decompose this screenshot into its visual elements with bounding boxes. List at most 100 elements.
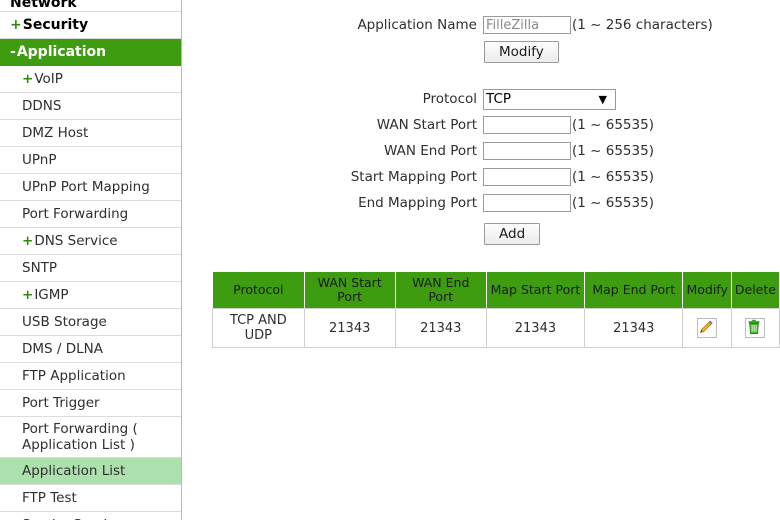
form-row-wan-start-port: WAN Start Port (1 ~ 65535) [183,112,780,138]
sidebar-item-label: Port Forwarding [22,206,129,222]
main-content: Application Name (1 ~ 256 characters) Mo… [183,0,780,520]
sidebar-item-dmz-host[interactable]: DMZ Host [0,120,181,147]
sidebar-navigation: Network + Security - Application + VoIP DDNS DMZ… [0,0,182,520]
sidebar-item-upnp[interactable]: UPnP [0,147,181,174]
expand-icon: + [22,233,34,249]
expand-icon: + [22,71,34,87]
protocol-label: Protocol [422,91,477,107]
sidebar-item-label: Application List [22,463,126,479]
sidebar-item-label: USB Storage [22,314,107,330]
add-button-row: Add [183,220,780,248]
table-body: TCP AND UDP 21343 21343 21343 21343 [212,308,780,348]
trash-icon[interactable] [745,318,766,338]
sidebar-item-label: FTP Test [22,490,77,506]
sidebar-item-upnp-port-mapping[interactable]: UPnP Port Mapping [0,174,181,201]
modify-button-row: Modify [183,38,780,66]
application-name-input[interactable] [483,16,571,34]
sidebar-item-label: DNS Service [34,233,118,249]
end-mapping-port-label: End Mapping Port [358,195,477,211]
column-header-modify: Modify [682,271,732,309]
sidebar-item-label: Security [22,17,89,33]
protocol-select[interactable]: TCP ▼ [483,88,616,110]
expand-icon: + [10,17,22,33]
sidebar-item-label: SNTP [22,260,58,276]
column-header-map-start-port: Map Start Port [485,271,586,309]
cell-wan-start-port: 21343 [303,308,396,348]
sidebar-item-ftp-test[interactable]: FTP Test [0,485,181,512]
sidebar-item-label: UPnP [22,152,57,168]
wan-end-port-input[interactable] [483,142,571,160]
sidebar-item-network[interactable]: Network [0,0,181,12]
column-header-protocol: Protocol [212,271,305,309]
start-mapping-port-label: Start Mapping Port [350,169,477,185]
wan-start-port-hint: (1 ~ 65535) [572,117,654,133]
sidebar-item-sntp[interactable]: SNTP [0,255,181,282]
sidebar-item-application[interactable]: - Application [0,39,181,66]
form-row-application-name: Application Name (1 ~ 256 characters) [183,12,780,38]
modify-button[interactable]: Modify [484,41,559,63]
sidebar-item-igmp[interactable]: + IGMP [0,282,181,309]
port-mapping-table: Protocol WAN Start Port WAN End Port Map… [212,271,780,348]
end-mapping-port-hint: (1 ~ 65535) [572,195,654,211]
column-header-map-end-port: Map End Port [584,271,684,309]
cell-wan-end-port: 21343 [394,308,487,348]
sidebar-item-port-forwarding-application-list[interactable]: Port Forwarding ( Application List ) [0,417,181,458]
sidebar-item-ddns[interactable]: DDNS [0,93,181,120]
wan-start-port-input[interactable] [483,116,571,134]
application-name-label: Application Name [357,17,477,33]
chevron-down-icon: ▼ [598,92,607,106]
table-header-row: Protocol WAN Start Port WAN End Port Map… [212,271,780,309]
application-form: Application Name (1 ~ 256 characters) Mo… [183,12,780,248]
wan-start-port-label: WAN Start Port [376,117,477,133]
sidebar-item-label: UPnP Port Mapping [22,179,150,195]
add-button[interactable]: Add [484,223,541,245]
sidebar-item-samba-service[interactable]: Samba Service [0,512,181,520]
sidebar-item-label: FTP Application [22,368,126,384]
column-header-delete: Delete [730,271,780,309]
sidebar-item-port-trigger[interactable]: Port Trigger [0,390,181,417]
sidebar-item-usb-storage[interactable]: USB Storage [0,309,181,336]
application-name-hint: (1 ~ 256 characters) [572,17,713,33]
sidebar-item-label: IGMP [34,287,69,303]
sidebar-item-label: DMS / DLNA [22,341,103,357]
start-mapping-port-input[interactable] [483,168,571,186]
form-row-end-mapping-port: End Mapping Port (1 ~ 65535) [183,190,780,216]
sidebar-item-security[interactable]: + Security [0,12,181,39]
sidebar-item-voip[interactable]: + VoIP [0,66,181,93]
sidebar-item-dns-service[interactable]: + DNS Service [0,228,181,255]
cell-map-end-port: 21343 [584,308,684,348]
column-header-wan-start-port: WAN Start Port [303,271,396,309]
cell-modify [682,308,732,348]
expand-icon: + [22,287,34,303]
end-mapping-port-input[interactable] [483,194,571,212]
sidebar-item-label: DDNS [22,98,62,114]
table-header: Protocol WAN Start Port WAN End Port Map… [212,271,780,309]
router-config-page: Network + Security - Application + VoIP DDNS DMZ… [0,0,780,520]
sidebar-item-application-list[interactable]: Application List [0,458,181,485]
form-row-start-mapping-port: Start Mapping Port (1 ~ 65535) [183,164,780,190]
sidebar-item-label: DMZ Host [22,125,89,141]
cell-delete [730,308,780,348]
port-mapping-table-wrapper: Protocol WAN Start Port WAN End Port Map… [212,271,780,348]
sidebar-item-label: Network [10,0,77,11]
sidebar-item-port-forwarding[interactable]: Port Forwarding [0,201,181,228]
pencil-icon[interactable] [697,318,718,338]
cell-map-start-port: 21343 [485,308,586,348]
sidebar-item-ftp-application[interactable]: FTP Application [0,363,181,390]
wan-end-port-label: WAN End Port [384,143,477,159]
cell-protocol: TCP AND UDP [212,308,305,348]
protocol-selected-value: TCP [486,91,512,107]
form-row-protocol: Protocol TCP ▼ [183,86,780,112]
collapse-icon: - [10,44,16,60]
sidebar-item-label: VoIP [34,71,63,87]
sidebar-item-label: Port Forwarding ( Application List ) [22,421,138,453]
column-header-wan-end-port: WAN End Port [394,271,487,309]
form-row-wan-end-port: WAN End Port (1 ~ 65535) [183,138,780,164]
start-mapping-port-hint: (1 ~ 65535) [572,169,654,185]
table-row: TCP AND UDP 21343 21343 21343 21343 [212,308,780,348]
wan-end-port-hint: (1 ~ 65535) [572,143,654,159]
sidebar-item-label: Port Trigger [22,395,100,411]
sidebar-item-label: Application [16,44,107,60]
sidebar-item-dms-dlna[interactable]: DMS / DLNA [0,336,181,363]
